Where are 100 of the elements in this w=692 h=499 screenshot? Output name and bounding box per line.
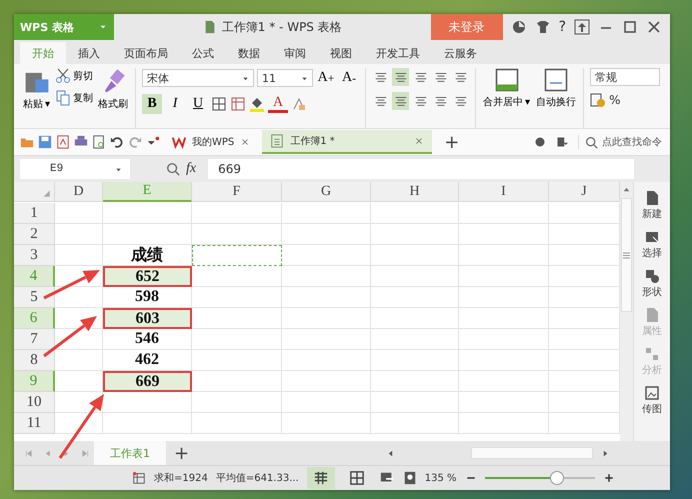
document-icon[interactable] xyxy=(202,20,217,34)
side-panel-button[interactable]: 形状 xyxy=(642,268,662,299)
font-size-field[interactable]: 11 xyxy=(257,69,314,87)
close-icon[interactable] xyxy=(240,137,250,147)
row-header[interactable]: 2 xyxy=(14,224,55,245)
row-header[interactable]: 8 xyxy=(14,350,55,371)
analysis-icon xyxy=(644,346,660,362)
format-painter-button[interactable]: 格式刷 xyxy=(97,68,130,128)
scissors-icon[interactable] xyxy=(55,68,72,84)
table-cell: 669 xyxy=(103,371,192,392)
search-icon[interactable] xyxy=(585,136,598,148)
fill-style-icon[interactable] xyxy=(230,96,246,112)
close-icon[interactable] xyxy=(414,136,424,146)
new-file-icon xyxy=(644,190,660,206)
column-header[interactable]: J xyxy=(549,182,620,202)
close-icon[interactable] xyxy=(646,19,662,35)
caret-icon[interactable] xyxy=(242,74,250,82)
row-header[interactable]: 5 xyxy=(14,287,55,308)
borders-icon[interactable] xyxy=(211,96,228,112)
row-header[interactable]: 7 xyxy=(14,329,55,350)
scrollbar-thumb[interactable] xyxy=(621,198,632,312)
cut-button[interactable]: 剪切 xyxy=(55,68,94,84)
add-sheet-button[interactable]: + xyxy=(166,442,198,464)
text-style-button[interactable]: U xyxy=(188,94,208,114)
scrollbar-thumb[interactable] xyxy=(471,447,593,459)
help-button[interactable]: ? xyxy=(558,19,566,35)
pdf-icon[interactable] xyxy=(56,135,70,149)
column-header[interactable]: D xyxy=(55,182,103,202)
scroll-up-icon[interactable] xyxy=(622,185,631,194)
side-panel-button[interactable]: 新建 xyxy=(642,190,662,221)
column-header[interactable]: I xyxy=(459,182,549,202)
ribbon-tab[interactable]: 云服务 xyxy=(432,42,489,64)
ribbon-tab[interactable]: 插入 xyxy=(66,42,112,64)
row-header[interactable]: 1 xyxy=(14,203,55,224)
font-color-button[interactable]: A xyxy=(268,95,288,113)
select-icon xyxy=(644,229,660,245)
command-search-field[interactable]: 点此查找命令 xyxy=(578,135,662,149)
row-header[interactable]: 3 xyxy=(14,245,55,266)
ribbon-tab[interactable]: 页面布局 xyxy=(112,42,180,64)
insert-function-button[interactable]: fx xyxy=(186,161,196,177)
align-icon xyxy=(414,94,428,108)
new-tab-button[interactable]: + xyxy=(436,132,468,152)
side-panel-button[interactable]: 选择 xyxy=(642,229,662,260)
grid-icon[interactable] xyxy=(312,471,329,485)
wrap-text-icon[interactable] xyxy=(544,68,568,92)
zoom-slider-thumb[interactable] xyxy=(550,471,564,485)
paste-button[interactable]: 粘贴 ▾ xyxy=(22,68,52,128)
text-style-button[interactable]: I xyxy=(165,94,186,114)
undo-icon[interactable] xyxy=(110,135,124,149)
copy-button[interactable]: 复制 xyxy=(55,90,94,106)
wrap-text-button[interactable]: 自动换行 xyxy=(535,68,578,128)
ribbon-tab[interactable]: 公式 xyxy=(180,42,226,64)
zoom-icon[interactable] xyxy=(166,162,180,176)
column-header[interactable]: G xyxy=(282,182,371,202)
row-header[interactable]: 11 xyxy=(14,413,55,434)
ribbon-tab[interactable]: 数据 xyxy=(226,42,272,64)
spreadsheet-icon[interactable] xyxy=(270,134,284,148)
average-text: 平均值=641.33... xyxy=(216,472,299,485)
document-tab[interactable]: 工作簿1 * xyxy=(262,130,432,154)
table-cell xyxy=(55,413,103,434)
percent-button[interactable]: % xyxy=(609,93,620,107)
align-button[interactable] xyxy=(392,92,410,110)
caret-icon[interactable] xyxy=(301,74,308,82)
preview-icon[interactable] xyxy=(92,135,106,149)
side-panel-button[interactable]: 传图 xyxy=(642,385,662,416)
name-box[interactable]: E9 xyxy=(20,159,130,179)
merge-center-button[interactable]: 合并居中 ▾ xyxy=(482,68,532,128)
ribbon-tab[interactable]: 视图 xyxy=(318,42,364,64)
zoom-in-icon[interactable] xyxy=(602,472,615,484)
maximize-icon[interactable] xyxy=(622,19,638,35)
ribbon-tab[interactable]: 开发工具 xyxy=(364,42,432,64)
annotation-arrow xyxy=(43,316,97,358)
merge-cells-icon[interactable] xyxy=(494,68,519,92)
zoom-percentage[interactable]: 135 % xyxy=(424,472,457,484)
grid-icon[interactable] xyxy=(348,471,365,485)
column-header[interactable]: H xyxy=(371,182,459,202)
scroll-left-icon[interactable] xyxy=(386,448,395,458)
font-field[interactable]: 宋体 xyxy=(142,69,254,87)
row-header[interactable]: 10 xyxy=(14,392,55,413)
spreadsheet-icon[interactable] xyxy=(132,471,146,485)
formula-field[interactable]: 669 xyxy=(208,159,634,179)
fill-color-icon[interactable] xyxy=(249,96,266,112)
document-tab[interactable]: 我的WPS xyxy=(164,130,258,154)
column-header[interactable]: F xyxy=(192,182,282,202)
save-icon[interactable] xyxy=(38,135,52,149)
pin-window-icon[interactable] xyxy=(574,19,590,35)
caret-icon[interactable] xyxy=(115,166,122,172)
shirt-icon[interactable] xyxy=(534,19,551,35)
image-icon xyxy=(644,385,660,401)
clear-format-icon[interactable] xyxy=(291,96,308,112)
table-cell: 603 xyxy=(103,308,192,329)
text-style-button[interactable]: B xyxy=(142,94,162,114)
currency-icon[interactable] xyxy=(590,92,606,108)
ribbon-tab[interactable]: 审阅 xyxy=(272,42,318,64)
normal-view-button[interactable] xyxy=(306,467,335,489)
number-format-field[interactable]: 常规 xyxy=(590,68,660,86)
copy-icon[interactable] xyxy=(55,90,72,106)
scroll-right-icon[interactable] xyxy=(601,448,610,458)
align-button[interactable] xyxy=(392,68,410,86)
wps-logo-icon[interactable] xyxy=(172,135,186,149)
